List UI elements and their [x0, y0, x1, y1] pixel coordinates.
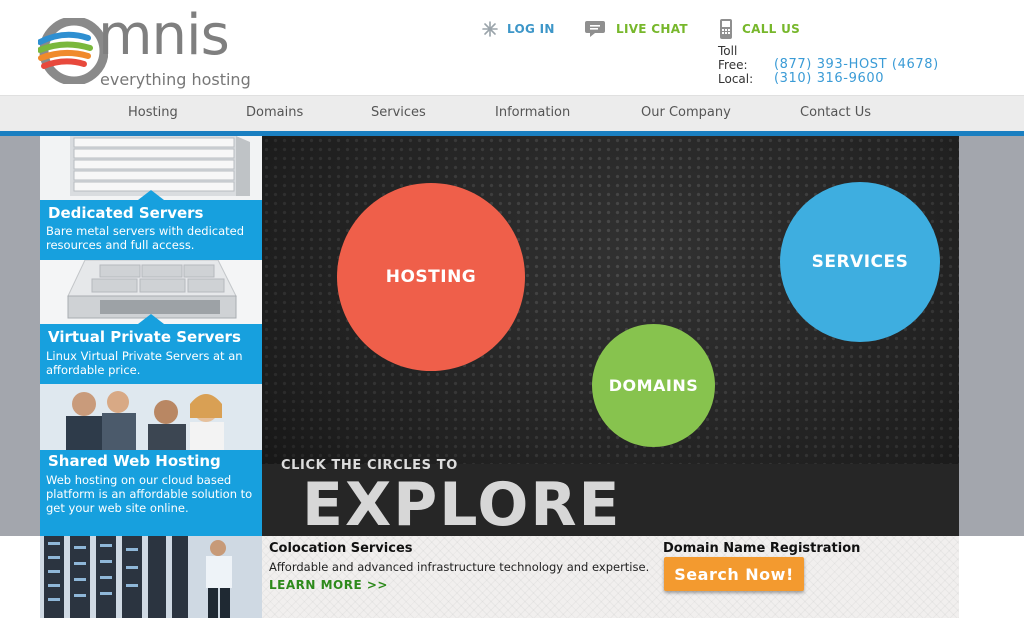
call-us-label: CALL US — [742, 22, 801, 36]
team-photo-image — [40, 384, 262, 450]
nav-item-our-company[interactable]: Our Company — [641, 96, 731, 132]
vps-panel[interactable]: Virtual Private Servers Linux Virtual Pr… — [40, 260, 262, 384]
panel-title: Dedicated Servers — [48, 204, 204, 222]
vps-server-image — [40, 260, 262, 324]
login-label: LOG IN — [507, 22, 555, 36]
panel-title: Shared Web Hosting — [48, 452, 221, 470]
explore-heading: EXPLORE — [302, 470, 622, 536]
logo-wordmark: mnis — [98, 3, 230, 68]
chat-bubble-icon — [585, 18, 607, 40]
shared-web-hosting-panel[interactable]: Shared Web Hosting Web hosting on our cl… — [40, 384, 262, 536]
domains-circle[interactable]: DOMAINS — [592, 324, 715, 447]
panel-description: Linux Virtual Private Servers at an affo… — [46, 349, 243, 377]
colocation-title: Colocation Services — [269, 541, 413, 556]
explore-hero: HOSTING DOMAINS SERVICES CLICK THE CIRCL… — [262, 136, 959, 536]
site-header: mnis everything hosting LOG IN LIVE CHAT — [0, 0, 1024, 95]
logo-tagline: everything hosting — [100, 70, 251, 89]
nav-item-information[interactable]: Information — [495, 96, 570, 132]
domain-registration-title: Domain Name Registration — [663, 541, 861, 556]
datacenter-image — [40, 536, 262, 618]
panel-description: Web hosting on our cloud based platform … — [46, 473, 253, 515]
bottom-feature-strip: Colocation Services Affordable and advan… — [40, 536, 959, 618]
nav-item-domains[interactable]: Domains — [246, 96, 303, 132]
page-margin — [959, 536, 1024, 618]
colocation-description: Affordable and advanced infrastructure t… — [269, 560, 650, 574]
toll-free-number[interactable]: (877) 393-HOST (4678) — [774, 58, 939, 72]
server-rack-image — [40, 136, 262, 200]
login-link[interactable]: LOG IN — [482, 17, 555, 41]
learn-more-link[interactable]: LEARN MORE >> — [269, 578, 388, 592]
services-circle[interactable]: SERVICES — [780, 182, 940, 342]
panel-description: Bare metal servers with dedicated resour… — [46, 224, 245, 252]
search-now-button[interactable]: Search Now! — [664, 557, 804, 591]
asterisk-icon — [482, 21, 498, 37]
phone-icon — [719, 18, 733, 40]
local-label: Local: — [718, 72, 754, 86]
main-nav: Hosting Domains Services Information Our… — [0, 95, 1024, 131]
local-number[interactable]: (310) 316-9600 — [774, 72, 884, 86]
live-chat-link[interactable]: LIVE CHAT — [585, 17, 688, 41]
dedicated-servers-panel[interactable]: Dedicated Servers Bare metal servers wit… — [40, 136, 262, 260]
nav-item-contact-us[interactable]: Contact Us — [800, 96, 871, 132]
free-label: Free: — [718, 58, 748, 72]
panel-title: Virtual Private Servers — [48, 328, 241, 346]
toll-label: Toll — [718, 44, 738, 58]
live-chat-label: LIVE CHAT — [616, 22, 688, 36]
call-us-link[interactable]: CALL US — [719, 17, 800, 41]
hosting-circle[interactable]: HOSTING — [337, 183, 525, 371]
phone-numbers: Toll Free: (877) 393-HOST (4678) Local: (3… — [718, 44, 939, 86]
nav-item-hosting[interactable]: Hosting — [128, 96, 178, 132]
omnis-logo[interactable]: mnis everything hosting — [38, 8, 253, 90]
nav-item-services[interactable]: Services — [371, 96, 426, 132]
